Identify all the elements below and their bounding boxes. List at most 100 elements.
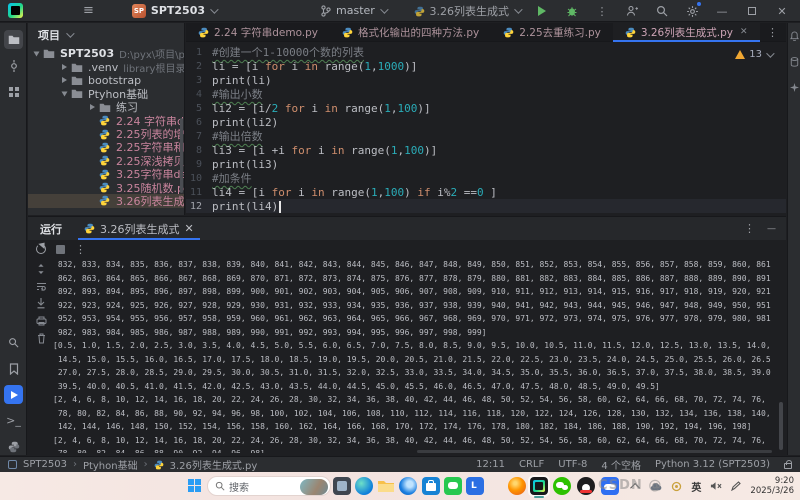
breadcrumb-folder[interactable]: Ptyhon基础 (83, 457, 138, 472)
console-vertical-scrollbar[interactable] (779, 402, 783, 450)
breadcrumb-file[interactable]: 3.26列表生成式.py (170, 457, 258, 472)
expand-arrow-icon[interactable] (62, 64, 67, 70)
firefox-icon[interactable] (508, 477, 526, 495)
python-interpreter[interactable]: Python 3.12 (SPT2503) (655, 459, 770, 470)
line-number[interactable]: 8 (186, 145, 212, 156)
main-menu-icon[interactable]: ≡ (83, 0, 94, 22)
ime-indicator[interactable]: 英 (691, 479, 701, 494)
line-number[interactable]: 4 (186, 89, 212, 100)
code-with-me-icon[interactable] (624, 3, 640, 19)
file-encoding[interactable]: UTF-8 (558, 459, 587, 470)
breadcrumb-project[interactable]: SPT2503 (23, 459, 67, 470)
more-actions-icon[interactable]: ⋮ (594, 3, 610, 19)
branch-selector[interactable]: master (321, 4, 386, 17)
editor-tab[interactable]: 格式化输出的四种方法.py (330, 23, 491, 41)
line-number[interactable]: 5 (186, 103, 212, 114)
tree-item[interactable]: Ptyhon基础 (28, 87, 184, 100)
line-number[interactable]: 7 (186, 131, 212, 142)
taskbar-search[interactable]: 搜索 (207, 476, 331, 496)
task-view-icon[interactable] (333, 477, 351, 495)
minimize-button[interactable]: — (714, 3, 730, 19)
run-console-output[interactable]: 832, 833, 834, 835, 836, 837, 838, 839, … (53, 258, 772, 453)
print-icon[interactable] (36, 316, 47, 326)
blue-cloud-app-icon[interactable] (601, 477, 619, 495)
tab-options-icon[interactable]: ⋮ (767, 26, 778, 39)
line-number[interactable]: 9 (186, 159, 212, 170)
console-horizontal-scrollbar[interactable] (417, 450, 772, 453)
rerun-icon[interactable] (36, 244, 46, 254)
tree-item[interactable]: 3.26列表生成式.py (28, 194, 184, 207)
line-number[interactable]: 2 (186, 61, 212, 72)
bookmarks-toolwindow-icon[interactable] (4, 359, 23, 378)
microsoft-store-icon[interactable] (422, 477, 440, 495)
run-toolwindow-icon[interactable] (4, 385, 23, 404)
expand-arrow-icon[interactable] (62, 91, 68, 96)
editor-area[interactable]: 2.24 字符串demo.py格式化输出的四种方法.py2.25去重练习.py3… (186, 23, 786, 215)
run-options-icon[interactable]: ⋮ (744, 222, 755, 235)
edge-browser-icon[interactable] (355, 477, 373, 495)
find-toolwindow-icon[interactable] (4, 333, 23, 352)
expand-arrow-icon[interactable] (62, 77, 67, 83)
tree-item[interactable]: 3.25随机数.py (28, 181, 184, 194)
file-explorer-icon[interactable] (377, 477, 395, 495)
tree-item[interactable]: 2.25深浅拷贝.py (28, 154, 184, 167)
volume-muted-icon[interactable] (710, 481, 722, 491)
structure-toolwindow-icon[interactable] (4, 82, 23, 101)
windows-start-icon[interactable] (188, 479, 202, 493)
expand-arrow-icon[interactable] (34, 51, 40, 56)
cloud-icon[interactable] (649, 482, 662, 491)
up-down-stack-icon[interactable] (36, 263, 46, 275)
sync-icon[interactable] (671, 481, 682, 492)
hide-toolwindow-icon[interactable]: — (767, 224, 776, 234)
browser-icon[interactable] (399, 477, 417, 495)
line-separator[interactable]: CRLF (519, 459, 544, 470)
settings-gear-icon[interactable] (684, 3, 700, 19)
editor-tab[interactable]: 2.24 字符串demo.py (186, 23, 330, 41)
search-everywhere-icon[interactable] (654, 3, 670, 19)
notifications-bell-icon[interactable] (790, 31, 799, 40)
expand-arrow-icon[interactable] (90, 104, 95, 110)
wechat-icon[interactable] (553, 477, 571, 495)
blue-app-icon[interactable]: L (466, 477, 484, 495)
line-number[interactable]: 3 (186, 75, 212, 86)
editor-tab[interactable]: 3.26列表生成式.py✕ (613, 23, 760, 41)
project-scrollbar[interactable] (180, 118, 183, 193)
line-number[interactable]: 11 (186, 187, 212, 198)
indent-style[interactable]: 4 个空格 (601, 457, 641, 472)
tray-clock[interactable]: 9:20 2025/3/26 (750, 476, 794, 496)
tree-item[interactable]: 2.25字符串和列表的转换.py (28, 141, 184, 154)
maximize-button[interactable] (744, 3, 760, 19)
tree-item[interactable]: 练习 (28, 101, 184, 114)
terminal-toolwindow-icon[interactable]: >_ (4, 411, 23, 430)
debug-button[interactable] (564, 3, 580, 19)
tree-item[interactable]: 2.24 字符串demo.py (28, 114, 184, 127)
green-chat-app-icon[interactable] (444, 477, 462, 495)
run-button[interactable] (534, 3, 550, 19)
project-selector[interactable]: SP SPT2503 (132, 4, 216, 18)
pycharm-taskbar-icon[interactable] (530, 477, 548, 495)
ai-assistant-icon[interactable] (790, 83, 799, 92)
tree-item[interactable]: bootstrap (28, 74, 184, 87)
close-icon[interactable]: ✕ (740, 27, 748, 37)
run-config-selector[interactable]: 3.26列表生成式 (414, 3, 521, 19)
clear-all-trash-icon[interactable] (37, 333, 46, 344)
project-panel-header[interactable]: 项目 (28, 23, 184, 47)
project-tree[interactable]: SPT2503D:\pyx\项目\python\myflask.venvlibr… (28, 47, 184, 208)
database-icon[interactable] (790, 57, 799, 66)
readonly-lock-icon[interactable] (784, 463, 792, 469)
tree-item[interactable]: 3.25字符串demo.py (28, 168, 184, 181)
qq-icon[interactable] (577, 477, 595, 495)
tree-item[interactable]: .venvlibrary根目录 (28, 60, 184, 73)
soft-wrap-icon[interactable] (36, 282, 47, 291)
tree-item[interactable]: SPT2503D:\pyx\项目\python\myflask (28, 47, 184, 60)
run-toolbar-more-icon[interactable]: ⋮ (75, 243, 86, 256)
commit-toolwindow-icon[interactable] (4, 56, 23, 75)
line-number[interactable]: 10 (186, 173, 212, 184)
pen-icon[interactable] (731, 481, 741, 491)
python-console-toolwindow-icon[interactable] (4, 437, 23, 456)
editor-tab[interactable]: 2.25去重练习.py (491, 23, 613, 41)
close-icon[interactable]: ✕ (185, 222, 194, 235)
line-number[interactable]: 12 (186, 201, 212, 212)
stop-icon[interactable] (56, 245, 65, 254)
project-toolwindow-icon[interactable] (4, 30, 23, 49)
